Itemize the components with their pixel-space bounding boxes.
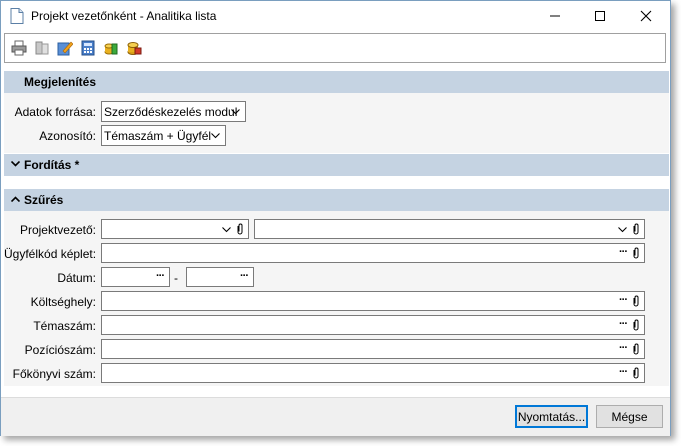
calculator-icon[interactable] <box>80 40 96 56</box>
ugyfelkod-label: Ügyfélkód képlet: <box>4 247 97 261</box>
print-setup-icon[interactable] <box>34 40 50 56</box>
chevron-down-icon <box>231 109 240 115</box>
minimize-icon <box>550 15 560 17</box>
edit-icon[interactable] <box>57 40 73 56</box>
paperclip-icon[interactable] <box>632 223 640 235</box>
maximize-button[interactable] <box>577 1 623 31</box>
section-title: Megjelenítés <box>24 75 97 89</box>
close-icon <box>640 10 652 22</box>
export-icon[interactable] <box>126 40 142 56</box>
chevron-down-icon <box>222 227 231 233</box>
temaszam-input[interactable]: ··· <box>101 315 645 335</box>
section-header-szures[interactable]: Szűrés <box>4 189 669 211</box>
azonosito-label: Azonosító: <box>39 129 96 143</box>
fokonyvi-label: Főkönyvi szám: <box>12 367 96 381</box>
coins-icon[interactable] <box>103 40 119 56</box>
section-title: Fordítás * <box>24 158 80 172</box>
paperclip-icon[interactable] <box>632 319 640 331</box>
ellipsis-icon[interactable]: ··· <box>619 342 628 354</box>
ellipsis-icon[interactable]: ··· <box>619 246 628 258</box>
adatok-forrasa-label: Adatok forrása: <box>14 105 96 119</box>
minimize-button[interactable] <box>532 1 578 31</box>
toolbar <box>4 33 666 63</box>
datum-from-input[interactable]: ··· <box>101 267 170 287</box>
projektvezeto-label: Projektvezető: <box>19 223 96 237</box>
paperclip-icon[interactable] <box>632 295 640 307</box>
paperclip-icon[interactable] <box>632 247 640 259</box>
printer-icon[interactable] <box>11 40 27 56</box>
paperclip-icon[interactable] <box>632 367 640 379</box>
datum-to-input[interactable]: ··· <box>186 267 254 287</box>
ellipsis-icon[interactable]: ··· <box>619 366 628 378</box>
ellipsis-icon[interactable]: ··· <box>240 270 249 282</box>
koltseghely-label: Költséghely: <box>30 295 96 309</box>
window-title: Projekt vezetőnként - Analitika lista <box>31 9 217 23</box>
chevron-down-icon <box>211 133 220 139</box>
button-bar: Nyomtatás... Mégse <box>1 397 670 436</box>
poziciószam-input[interactable]: ··· <box>101 339 645 359</box>
chevron-up-icon <box>11 196 20 202</box>
print-button[interactable]: Nyomtatás... <box>515 405 588 428</box>
title-bar: Projekt vezetőnként - Analitika lista <box>1 1 670 31</box>
temaszam-label: Témaszám: <box>33 319 96 333</box>
section-header-megjelenites[interactable]: Megjelenítés <box>4 71 669 93</box>
fokonyvi-input[interactable]: ··· <box>101 363 645 383</box>
chevron-down-icon <box>11 161 20 167</box>
close-button[interactable] <box>623 1 669 31</box>
chevron-down-icon <box>618 227 627 233</box>
projektvezeto-to-select[interactable] <box>254 219 645 239</box>
datum-separator: - <box>174 271 178 285</box>
datum-label: Dátum: <box>57 271 96 285</box>
ugyfelkod-input[interactable]: ··· <box>101 243 645 263</box>
cancel-button[interactable]: Mégse <box>596 405 663 428</box>
adatok-forrasa-select[interactable]: Szerződéskezelés modul <box>101 101 246 122</box>
dialog-window: Projekt vezetőnként - Analitika lista Me… <box>0 0 671 436</box>
paperclip-icon[interactable] <box>632 343 640 355</box>
koltseghely-input[interactable]: ··· <box>101 291 645 311</box>
azonosito-select[interactable]: Témaszám + Ügyfél <box>101 125 226 146</box>
projektvezeto-from-select[interactable] <box>101 219 249 239</box>
section-title: Szűrés <box>24 193 64 207</box>
section-header-forditas[interactable]: Fordítás * <box>4 154 669 176</box>
document-icon <box>10 8 24 24</box>
adatok-forrasa-value: Szerződéskezelés modul <box>104 105 238 119</box>
paperclip-icon[interactable] <box>236 223 244 235</box>
ellipsis-icon[interactable]: ··· <box>619 318 628 330</box>
ellipsis-icon[interactable]: ··· <box>619 294 628 306</box>
maximize-icon <box>595 11 605 21</box>
section-gap <box>4 176 669 189</box>
ellipsis-icon[interactable]: ··· <box>156 270 165 282</box>
poziciószam-label: Pozíciószám: <box>24 343 96 357</box>
azonosito-value: Témaszám + Ügyfél <box>104 129 212 143</box>
